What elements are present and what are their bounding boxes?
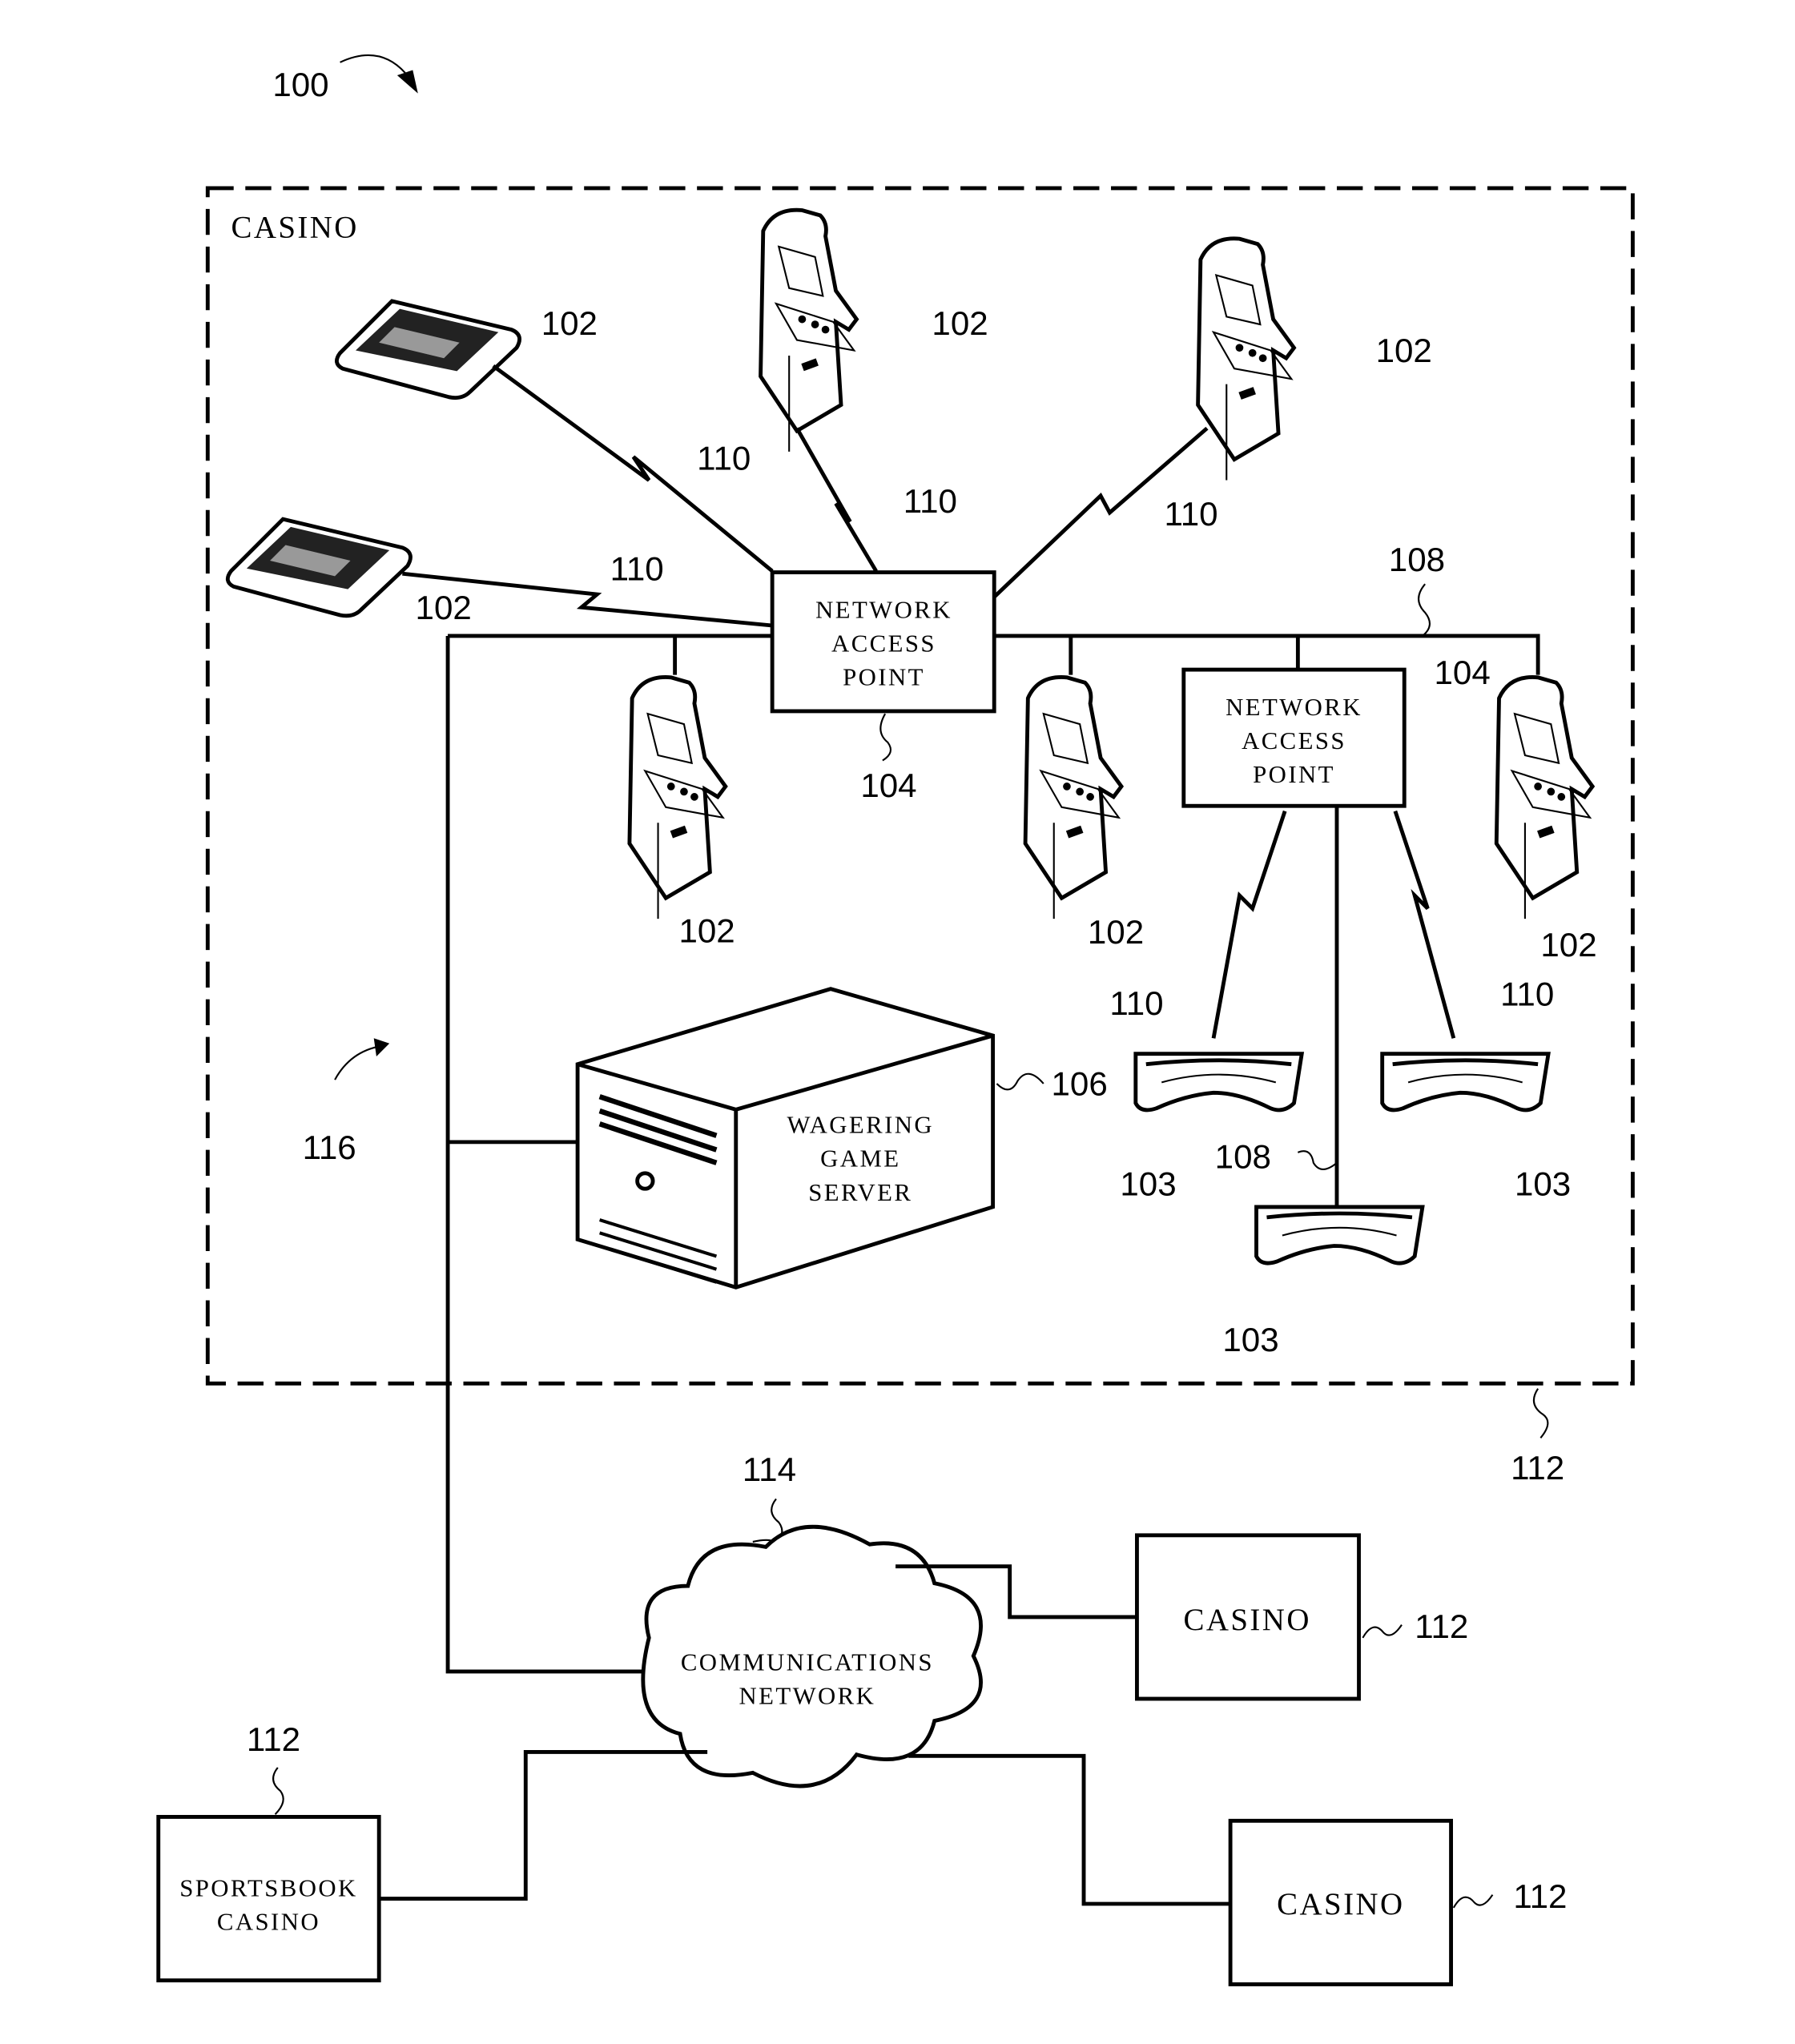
device-ref-102-e: 102: [678, 911, 735, 949]
nap1-ref: 104: [860, 766, 916, 804]
leader-106: [996, 1072, 1044, 1091]
figure-ref-arrow: [340, 54, 412, 87]
device-ref-102-a: 102: [541, 304, 598, 342]
nap1-line1: NETWORK: [815, 596, 952, 623]
casino1-ref: 112: [1415, 1607, 1468, 1645]
external-casino-2: CASINO: [1228, 1818, 1453, 1986]
wireless-ref-110-c: 110: [1164, 495, 1217, 533]
sportsbook-ref: 112: [247, 1720, 300, 1758]
nap2-line2: ACCESS: [1242, 727, 1346, 754]
device-ref-102-d: 102: [1376, 332, 1432, 369]
sportsbook-line2: CASINO: [217, 1908, 320, 1935]
device-ref-102-c: 102: [932, 304, 988, 342]
casino-region-label: CASINO: [231, 211, 358, 245]
nap2-ref: 104: [1435, 654, 1491, 691]
network-line2: NETWORK: [739, 1682, 875, 1709]
headset-ref-103-c: 103: [1222, 1321, 1278, 1358]
tablet-device: [227, 519, 410, 616]
headset-device: [1382, 1054, 1548, 1110]
link-casino-2: [908, 1753, 1231, 1906]
leader-112: [1532, 1388, 1549, 1438]
leader-112b: [1452, 1894, 1494, 1909]
wireless-ref-110-f: 110: [1500, 976, 1554, 1013]
server-line1: WAGERING: [787, 1112, 935, 1139]
wired-ref-108b: 108: [1215, 1137, 1271, 1175]
link-sportsbook: [380, 1749, 708, 1901]
headset-ref-103-b: 103: [1515, 1165, 1571, 1202]
casino1-label: CASINO: [1184, 1603, 1311, 1637]
network-access-point-1: NETWORK ACCESS POINT: [770, 570, 996, 714]
gaming-machine: [1496, 677, 1592, 919]
arrowhead-icon: [396, 70, 418, 94]
casino2-ref: 112: [1513, 1877, 1567, 1915]
gaming-machine: [1198, 239, 1294, 481]
tablet-device: [336, 301, 519, 398]
headset-device: [1257, 1207, 1423, 1263]
leader-104a: [879, 713, 892, 762]
server-line3: SERVER: [808, 1179, 912, 1206]
external-casino-1: CASINO: [1135, 1533, 1361, 1701]
casino-region-ref: 112: [1511, 1449, 1564, 1487]
wireless-ref-110-a: 110: [697, 440, 751, 477]
network-ref: 114: [743, 1451, 796, 1488]
wireless-ref-110-b: 110: [904, 482, 957, 520]
device-ref-102-g: 102: [1540, 926, 1596, 964]
figure-ref: 100: [272, 66, 328, 103]
gaming-machine: [1025, 677, 1121, 919]
nap1-line3: POINT: [843, 664, 925, 691]
network-access-point-2: NETWORK ACCESS POINT: [1181, 667, 1407, 808]
wireless-ref-110-e: 110: [1109, 984, 1163, 1022]
headset-device: [1136, 1054, 1302, 1110]
device-ref-102-b: 102: [416, 589, 472, 626]
headset-ref-103-a: 103: [1120, 1165, 1176, 1202]
network-line1: COMMUNICATIONS: [681, 1648, 934, 1676]
server-ref: 106: [1052, 1065, 1108, 1103]
leader-112c: [272, 1767, 284, 1815]
environment-arrow: [334, 1044, 382, 1080]
sportsbook-casino: SPORTSBOOK CASINO: [156, 1815, 381, 1983]
environment-ref: 116: [303, 1129, 356, 1166]
server-line2: GAME: [820, 1145, 900, 1173]
device-ref-102-f: 102: [1088, 913, 1144, 951]
wagering-game-server: WAGERING GAME SERVER: [575, 987, 996, 1290]
arrowhead-icon: [373, 1038, 390, 1056]
system-diagram: 100 CASINO 112 108 108 110 110 110 110 1…: [156, 54, 1635, 1986]
gaming-machine: [630, 677, 726, 919]
nap2-line3: POINT: [1253, 761, 1335, 788]
leader-108: [1418, 583, 1431, 637]
sportsbook-line1: SPORTSBOOK: [179, 1874, 357, 1901]
wired-ref-108: 108: [1389, 541, 1445, 578]
leader-112a: [1362, 1624, 1403, 1639]
gaming-machine: [761, 210, 857, 452]
nap2-line1: NETWORK: [1226, 694, 1362, 721]
nap1-line2: ACCESS: [831, 630, 936, 657]
wireless-ref-110-d: 110: [610, 549, 664, 587]
leader-108b: [1297, 1150, 1338, 1170]
casino2-label: CASINO: [1277, 1887, 1404, 1921]
